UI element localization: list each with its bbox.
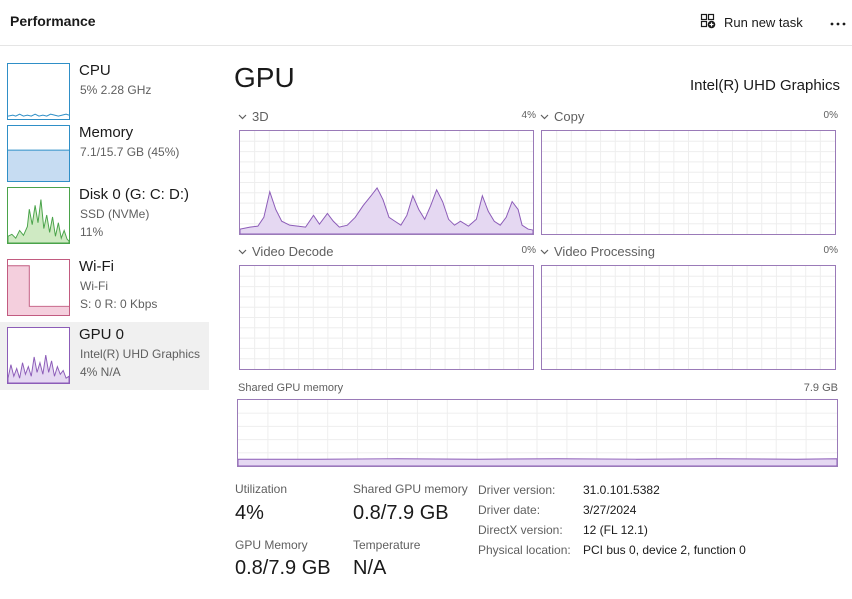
- cpu-thumbnail-graph: [7, 63, 70, 120]
- video-decode-usage-graph: [239, 265, 534, 370]
- temperature-label: Temperature: [353, 538, 421, 552]
- shared-memory-graph-label: Shared GPU memory: [238, 382, 344, 394]
- sidebar-item-detail-2: S: 0 R: 0 Kbps: [80, 297, 158, 311]
- sidebar-item-name: Disk 0 (G: C: D:): [79, 186, 190, 203]
- sidebar-item-detail: 5% 2.28 GHz: [80, 83, 152, 97]
- driver-version-label: Driver version:: [478, 483, 556, 497]
- gpu-thumbnail-graph: [7, 327, 70, 384]
- gpu-heading: GPU: [234, 62, 295, 93]
- engine-percent: 0%: [823, 110, 838, 121]
- sidebar-item-cpu[interactable]: CPU 5% 2.28 GHz: [0, 58, 209, 126]
- engine-percent: 0%: [823, 245, 838, 256]
- driver-date-label: Driver date:: [478, 503, 541, 517]
- run-new-task-label: Run new task: [724, 14, 803, 30]
- engine-label: 3D: [252, 109, 269, 124]
- page-title: Performance: [10, 13, 96, 29]
- engine-percent: 4%: [521, 110, 536, 121]
- sidebar-item-detail-2: 4% N/A: [80, 365, 121, 379]
- title-bar: Performance Run new task: [0, 0, 852, 46]
- chevron-down-icon: [540, 109, 549, 124]
- memory-thumbnail-graph: [7, 125, 70, 182]
- sidebar-item-detail: Intel(R) UHD Graphics: [80, 347, 201, 361]
- disk-thumbnail-graph: [7, 187, 70, 244]
- utilization-label: Utilization: [235, 482, 288, 496]
- new-task-icon: [700, 13, 716, 32]
- gpu-memory-value: 0.8/7.9 GB: [235, 557, 331, 579]
- engine-selector-video-processing[interactable]: Video Processing: [540, 244, 655, 259]
- engine-selector-3d[interactable]: 3D: [238, 109, 269, 124]
- shared-gpu-memory-label: Shared GPU memory: [353, 482, 468, 496]
- wifi-thumbnail-graph: [7, 259, 70, 316]
- directx-version-value: 12 (FL 12.1): [583, 523, 648, 537]
- sidebar-item-detail: Wi-Fi: [80, 279, 108, 293]
- engine-percent: 0%: [521, 245, 536, 256]
- gpu-details-panel: GPU Intel(R) UHD Graphics 3D 4% Copy 0% …: [216, 46, 852, 599]
- gpu-memory-label: GPU Memory: [235, 538, 308, 552]
- engine-label: Copy: [554, 109, 585, 124]
- sidebar-item-detail: 7.1/15.7 GB (45%): [80, 145, 180, 159]
- engine-label: Video Decode: [252, 244, 334, 259]
- directx-version-label: DirectX version:: [478, 523, 563, 537]
- driver-date-value: 3/27/2024: [583, 503, 637, 517]
- chevron-down-icon: [238, 109, 247, 124]
- 3d-usage-graph: [239, 130, 534, 235]
- run-new-task-button[interactable]: Run new task: [700, 11, 803, 33]
- gpu-model-name: Intel(R) UHD Graphics: [689, 77, 840, 94]
- sidebar-item-name: CPU: [79, 62, 111, 79]
- sidebar-item-detail-2: 11%: [80, 225, 104, 239]
- driver-version-value: 31.0.101.5382: [583, 483, 660, 497]
- sidebar-item-name: Memory: [79, 124, 134, 141]
- shared-memory-max-label: 7.9 GB: [803, 382, 838, 394]
- chevron-down-icon: [540, 244, 549, 259]
- sidebar-item-gpu[interactable]: GPU 0 Intel(R) UHD Graphics 4% N/A: [0, 322, 209, 390]
- sidebar-item-name: Wi-Fi: [79, 258, 114, 275]
- sidebar-item-name: GPU 0: [79, 326, 125, 343]
- engine-selector-video-decode[interactable]: Video Decode: [238, 244, 333, 259]
- sidebar: CPU 5% 2.28 GHz Memory 7.1/15.7 GB (45%)…: [0, 46, 209, 599]
- engine-label: Video Processing: [554, 244, 655, 259]
- more-options-button[interactable]: [828, 12, 848, 32]
- copy-usage-graph: [541, 130, 836, 235]
- physical-location-value: PCI bus 0, device 2, function 0: [583, 543, 746, 557]
- video-processing-usage-graph: [541, 265, 836, 370]
- sidebar-item-memory[interactable]: Memory 7.1/15.7 GB (45%): [0, 120, 209, 188]
- sidebar-item-wifi[interactable]: Wi-Fi Wi-Fi S: 0 R: 0 Kbps: [0, 254, 209, 322]
- sidebar-item-detail: SSD (NVMe): [80, 207, 150, 221]
- shared-gpu-memory-value: 0.8/7.9 GB: [353, 502, 449, 524]
- shared-gpu-memory-graph: [237, 399, 838, 467]
- utilization-value: 4%: [235, 502, 264, 524]
- chevron-down-icon: [238, 244, 247, 259]
- temperature-value: N/A: [353, 557, 387, 579]
- engine-selector-copy[interactable]: Copy: [540, 109, 584, 124]
- more-icon: [830, 13, 846, 31]
- physical-location-label: Physical location:: [478, 543, 571, 557]
- sidebar-item-disk[interactable]: Disk 0 (G: C: D:) SSD (NVMe) 11%: [0, 182, 209, 250]
